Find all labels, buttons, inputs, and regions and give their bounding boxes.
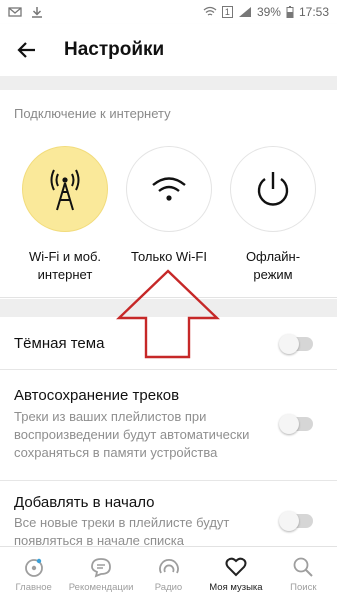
connection-section-title: Подключение к интернету <box>14 106 171 121</box>
connection-option-circle[interactable] <box>126 146 212 232</box>
signal-icon <box>238 7 251 17</box>
connection-option-label: Wi-Fi и моб. интернет <box>28 249 102 282</box>
home-icon <box>24 558 43 577</box>
connection-option-circle[interactable] <box>230 146 316 232</box>
section-spacer <box>0 76 337 90</box>
setting-description: Треки из ваших плейлистов при воспроизве… <box>14 409 250 460</box>
setting-autosave-tracks[interactable]: Автосохранение треков Треки из ваших пле… <box>0 370 337 480</box>
toggle-knob <box>279 511 299 531</box>
arrow-left-icon <box>17 42 35 58</box>
setting-title: Автосохранение треков <box>14 387 180 404</box>
wifi-icon <box>152 177 186 201</box>
connection-option-label: Только Wi-FI <box>131 249 207 264</box>
heart-icon <box>225 557 247 577</box>
setting-title: Добавлять в начало <box>14 494 155 511</box>
setting-description: Все новые треки в плейлисте будут появля… <box>14 515 230 548</box>
nav-item-radio[interactable]: Радио <box>135 547 202 600</box>
cell-tower-icon <box>50 169 80 211</box>
section-spacer <box>0 299 337 317</box>
nav-label: Моя музыка <box>209 582 263 593</box>
status-bar: 1 39% 17:53 <box>0 0 337 24</box>
nav-item-home[interactable]: Главное <box>0 547 67 600</box>
download-icon <box>32 7 42 18</box>
add-to-start-toggle[interactable] <box>279 511 313 531</box>
dark-theme-toggle[interactable] <box>279 334 313 354</box>
bottom-nav: Главное Рекомендации Радио Моя музыка По… <box>0 546 337 600</box>
nav-label: Рекомендации <box>68 582 134 593</box>
sim-badge: 1 <box>221 6 233 18</box>
setting-title: Тёмная тема <box>14 335 105 352</box>
nav-label: Поиск <box>290 582 317 593</box>
back-button[interactable] <box>14 37 40 63</box>
connection-option-circle[interactable] <box>22 146 108 232</box>
chat-bubble-icon <box>91 558 112 578</box>
page-title: Настройки <box>64 39 165 60</box>
power-icon <box>257 172 289 206</box>
setting-add-to-start[interactable]: Добавлять в начало Все новые треки в пле… <box>0 481 337 548</box>
nav-item-recommendations[interactable]: Рекомендации <box>67 547 134 600</box>
clock: 17:53 <box>298 5 329 19</box>
search-icon <box>293 557 314 577</box>
nav-item-my-music[interactable]: Моя музыка <box>202 547 269 600</box>
connection-option-offline[interactable]: Офлайн- режим <box>228 146 318 284</box>
app-bar: Настройки <box>0 24 337 76</box>
radio-icon <box>158 559 179 574</box>
toggle-knob <box>279 334 299 354</box>
connection-section: Подключение к интернету Wi-Fi и моб. инт… <box>0 90 337 298</box>
mail-icon <box>8 7 22 17</box>
battery-icon <box>286 6 294 18</box>
connection-option-label: Офлайн- режим <box>245 249 301 282</box>
connection-option-wifi-mobile[interactable]: Wi-Fi и моб. интернет <box>20 146 110 284</box>
nav-label: Радио <box>154 582 183 593</box>
connection-option-wifi-only[interactable]: Только Wi-FI <box>124 146 214 266</box>
battery-percent: 39% <box>256 5 281 19</box>
autosave-toggle[interactable] <box>279 414 313 434</box>
setting-dark-theme[interactable]: Тёмная тема <box>0 317 337 369</box>
wifi-status-icon <box>203 6 217 16</box>
nav-item-search[interactable]: Поиск <box>270 547 337 600</box>
nav-label: Главное <box>15 582 52 593</box>
toggle-knob <box>279 414 299 434</box>
